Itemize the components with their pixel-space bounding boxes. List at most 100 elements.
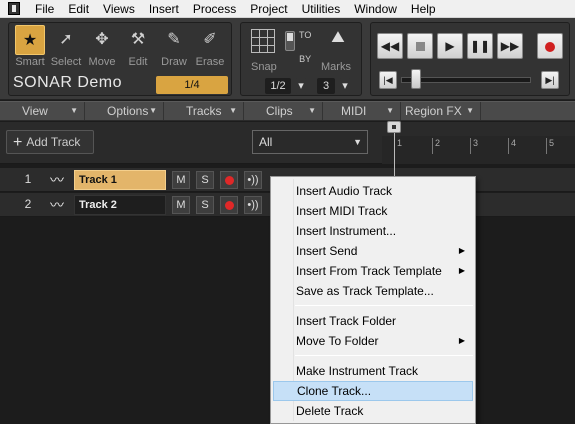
menu-views[interactable]: Views [96, 0, 142, 18]
input-echo-button[interactable]: •)) [244, 196, 262, 214]
track-number: 1 [24, 172, 32, 186]
ruler-tick: 2 [432, 138, 440, 154]
snap-resolution[interactable]: 1/2 [265, 78, 291, 94]
menu-item-insert-instrument[interactable]: Insert Instrument... [273, 221, 473, 241]
track-filter-value: All [259, 135, 273, 149]
midi-menu[interactable]: MIDI ▼ [323, 102, 401, 120]
tool-smart[interactable]: ★ Smart [13, 25, 47, 75]
play-button[interactable]: ▶ [437, 33, 463, 59]
menu-item-label: Move To Folder [296, 334, 379, 348]
go-to-start-button[interactable]: |◀ [379, 71, 397, 89]
stop-icon [415, 42, 425, 52]
tool-move[interactable]: ✥ Move [85, 25, 119, 75]
chevron-down-icon: ▼ [466, 106, 474, 115]
tracks-menu[interactable]: Tracks ▼ [164, 102, 244, 120]
record-arm-button[interactable] [220, 171, 238, 189]
record-button[interactable] [537, 33, 563, 59]
snap-grid-icon[interactable] [251, 29, 275, 53]
options-menu[interactable]: Options ▼ [85, 102, 164, 120]
edit-icon: ⚒ [130, 31, 146, 48]
tools-panel: ★ Smart ➚ Select ✥ Move ⚒ Edit ✎ Draw ✐ … [8, 22, 232, 96]
now-time-marker[interactable] [387, 121, 401, 133]
menu-item-insert-from-track-template[interactable]: Insert From Track Template ▶ [273, 261, 473, 281]
menu-item-insert-track-folder[interactable]: Insert Track Folder [273, 311, 473, 331]
marks-icon[interactable]: ⛰ [325, 29, 351, 51]
ruler-tick: 5 [546, 138, 554, 154]
snap-label: Snap [251, 61, 277, 73]
track-filter-dropdown[interactable]: All ▼ [252, 130, 368, 154]
track-name-field[interactable]: Track 2 [74, 195, 166, 215]
pencil-icon: ✎ [167, 31, 181, 48]
transport-panel: ◀◀ ▶ ❚❚ ▶▶ |◀ ▶| [370, 22, 570, 96]
menu-project[interactable]: Project [243, 0, 294, 18]
tool-edit[interactable]: ⚒ Edit [121, 25, 155, 75]
rewind-button[interactable]: ◀◀ [377, 33, 403, 59]
region-fx-menu[interactable]: Region FX ▼ [401, 102, 481, 120]
track-header-area: + Add Track All ▼ 1 2 3 4 5 [0, 122, 575, 164]
timeline-ruler[interactable]: 1 2 3 4 5 [382, 136, 575, 164]
app-icon[interactable] [8, 2, 20, 15]
menu-item-label: Insert Send [296, 244, 358, 258]
menu-utilities[interactable]: Utilities [295, 0, 348, 18]
menu-item-make-instrument-track[interactable]: Make Instrument Track [273, 361, 473, 381]
mute-button[interactable]: M [172, 196, 190, 214]
record-arm-button[interactable] [220, 196, 238, 214]
menu-item-move-to-folder[interactable]: Move To Folder ▶ [273, 331, 473, 351]
chevron-down-icon: ▼ [386, 106, 394, 115]
stop-button[interactable] [407, 33, 433, 59]
submenu-arrow-icon: ▶ [458, 266, 465, 275]
snap-to-by-toggle[interactable] [285, 31, 295, 51]
menu-separator [295, 305, 473, 306]
tool-erase[interactable]: ✐ Erase [193, 25, 227, 75]
menu-bar: File Edit Views Insert Process Project U… [0, 0, 575, 18]
snap-resolution-dropdown-icon[interactable]: ▾ [295, 78, 307, 94]
menu-item-delete-track[interactable]: Delete Track [273, 401, 473, 421]
track-view-menu-bar: View ▼ Options ▼ Tracks ▼ Clips ▼ MIDI ▼ Regi… [0, 101, 575, 121]
star-icon: ★ [15, 25, 45, 55]
menu-item-label: Make Instrument Track [296, 364, 419, 378]
input-echo-button[interactable]: •)) [244, 171, 262, 189]
go-to-end-button[interactable]: ▶| [541, 71, 559, 89]
menu-item-insert-audio-track[interactable]: Insert Audio Track [273, 181, 473, 201]
audio-waveform-icon: 〰 [50, 172, 64, 188]
menu-item-insert-midi-track[interactable]: Insert MIDI Track [273, 201, 473, 221]
solo-button[interactable]: S [196, 171, 214, 189]
add-track-label: Add Track [26, 135, 81, 149]
menu-insert[interactable]: Insert [142, 0, 186, 18]
now-time-slider-thumb[interactable] [411, 69, 421, 89]
snap-value-button[interactable]: 1/4 [156, 76, 228, 94]
snap-to-by-label: TO BY [299, 30, 312, 64]
track-context-menu: Insert Audio Track Insert MIDI Track Ins… [270, 176, 476, 424]
add-track-button[interactable]: + Add Track [6, 130, 94, 154]
rewind-icon: ◀◀ [380, 39, 400, 53]
tool-draw[interactable]: ✎ Draw [157, 25, 191, 75]
tool-select[interactable]: ➚ Select [49, 25, 83, 75]
ruler-tick: 1 [394, 138, 402, 154]
go-to-end-icon: ▶| [545, 75, 555, 85]
menu-item-save-as-track-template[interactable]: Save as Track Template... [273, 281, 473, 301]
fast-forward-button[interactable]: ▶▶ [497, 33, 523, 59]
menu-file[interactable]: File [28, 0, 61, 18]
menu-item-insert-send[interactable]: Insert Send ▶ [273, 241, 473, 261]
menu-help[interactable]: Help [404, 0, 443, 18]
chevron-down-icon: ▼ [353, 137, 362, 147]
record-icon [224, 200, 234, 210]
view-menu[interactable]: View ▼ [0, 102, 85, 120]
marks-dropdown-icon[interactable]: ▾ [339, 78, 351, 94]
menu-edit[interactable]: Edit [61, 0, 96, 18]
marks-label: Marks [321, 61, 351, 73]
menu-window[interactable]: Window [347, 0, 404, 18]
pause-button[interactable]: ❚❚ [467, 33, 493, 59]
menu-item-clone-track[interactable]: Clone Track... [273, 381, 473, 401]
menu-item-label: Save as Track Template... [296, 284, 434, 298]
menu-process[interactable]: Process [186, 0, 243, 18]
marks-count[interactable]: 3 [317, 78, 335, 94]
chevron-down-icon: ▼ [229, 106, 237, 115]
clips-menu[interactable]: Clips ▼ [244, 102, 323, 120]
solo-button[interactable]: S [196, 196, 214, 214]
plus-icon: + [13, 134, 23, 151]
mute-button[interactable]: M [172, 171, 190, 189]
fast-forward-icon: ▶▶ [500, 39, 520, 53]
track-name-field[interactable]: Track 1 [74, 170, 166, 190]
record-icon [545, 41, 555, 52]
